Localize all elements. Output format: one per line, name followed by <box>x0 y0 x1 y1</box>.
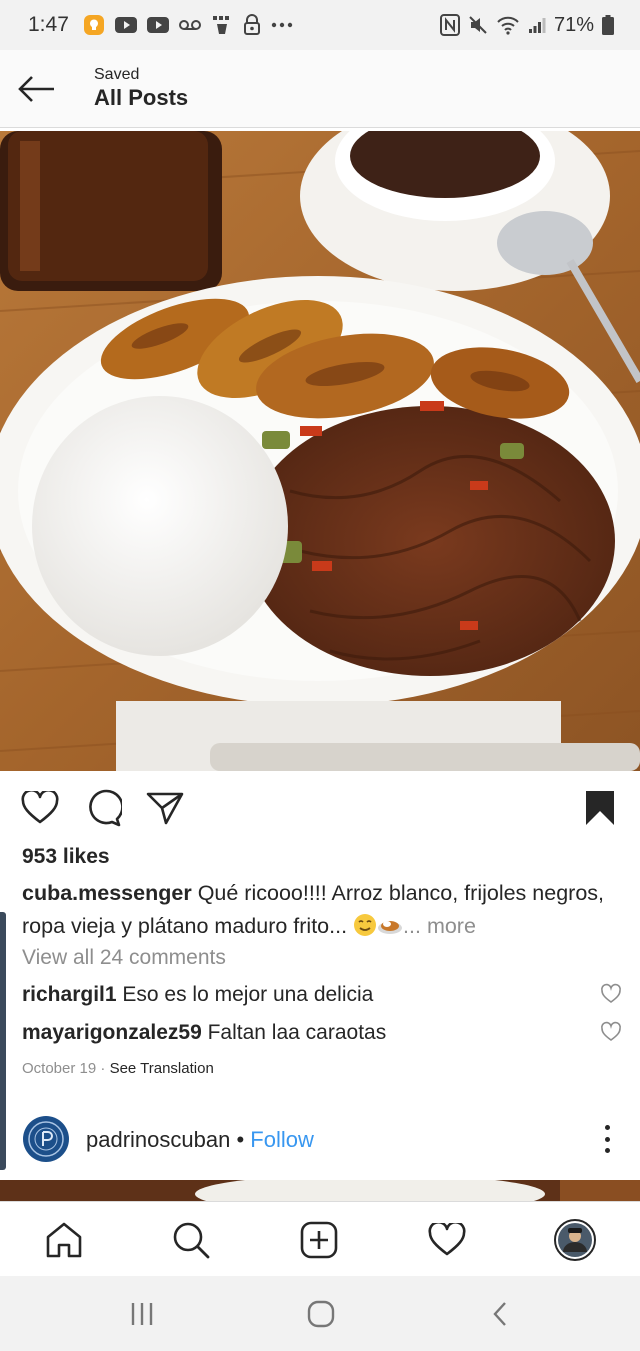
next-post-username[interactable]: padrinoscuban <box>86 1127 230 1152</box>
recent-apps-icon <box>131 1303 153 1325</box>
see-translation-link[interactable]: See Translation <box>110 1060 214 1077</box>
heart-icon <box>21 791 59 824</box>
comment-like-heart-icon[interactable] <box>600 1021 622 1043</box>
next-post-header: padrinoscuban • Follow <box>0 1108 640 1180</box>
back-button[interactable] <box>14 67 60 111</box>
nav-home[interactable] <box>42 1218 86 1262</box>
header-subtitle: Saved <box>94 66 140 83</box>
post-date: October 19 <box>22 1060 97 1077</box>
system-back-button[interactable] <box>480 1298 520 1330</box>
likes-count[interactable]: 953 likes <box>22 845 110 869</box>
comment-row: richargil1 Eso es lo mejor una delicia <box>22 983 632 1007</box>
youtube-icon <box>114 17 137 33</box>
lock-icon <box>243 14 261 36</box>
nav-search[interactable] <box>169 1218 213 1262</box>
header-titles: Saved All Posts <box>94 65 188 112</box>
youtube-icon-2 <box>146 17 169 33</box>
more-notifications-icon <box>271 22 293 28</box>
voicemail-icon <box>178 19 201 31</box>
bottom-nav <box>0 1201 640 1276</box>
bookmark-filled-icon <box>586 791 614 825</box>
food-plate-emoji-icon <box>377 913 403 947</box>
follow-separator: • <box>230 1127 251 1152</box>
home-system-button[interactable] <box>301 1298 341 1330</box>
nfc-icon <box>439 14 460 36</box>
search-icon <box>173 1222 210 1259</box>
post-action-row <box>0 771 640 843</box>
direct-send-icon <box>146 792 184 825</box>
caption-username[interactable]: cuba.messenger <box>22 881 192 905</box>
relieved-face-emoji-icon <box>353 913 377 947</box>
app-notification-icon <box>211 14 233 36</box>
comment-like-heart-icon[interactable] <box>600 983 622 1005</box>
notification-bulb-icon <box>83 14 105 36</box>
follow-button[interactable]: Follow <box>250 1127 314 1152</box>
caption-more-link[interactable]: ... more <box>403 914 476 938</box>
food-photo-illustration <box>0 131 640 771</box>
status-time: 1:47 <box>28 13 69 36</box>
app-header: Saved All Posts <box>0 50 640 128</box>
next-post-image-peek[interactable] <box>0 1180 640 1201</box>
comment-username[interactable]: richargil1 <box>22 983 117 1006</box>
back-arrow-icon <box>18 76 54 102</box>
chevron-left-icon <box>493 1302 506 1326</box>
nav-new-post[interactable] <box>297 1218 341 1262</box>
status-bar: 1:47 71% <box>0 0 640 50</box>
post-meta: October 19 · See Translation <box>22 1060 214 1077</box>
share-button[interactable] <box>145 788 185 828</box>
new-post-icon <box>300 1221 338 1259</box>
view-all-comments-link[interactable]: View all 24 comments <box>22 946 226 970</box>
activity-heart-icon <box>428 1223 466 1256</box>
comment-button[interactable] <box>83 788 123 828</box>
header-title: All Posts <box>94 85 189 110</box>
recent-apps-button[interactable] <box>122 1298 162 1330</box>
comment-text: Eso es lo mejor una delicia <box>122 983 374 1006</box>
home-circle-icon <box>307 1300 335 1328</box>
comment-username[interactable]: mayarigonzalez59 <box>22 1021 202 1044</box>
next-post-user-line: padrinoscuban • Follow <box>86 1127 314 1153</box>
mute-icon <box>468 15 488 35</box>
post-photo[interactable] <box>0 131 640 771</box>
meta-separator: · <box>96 1060 110 1077</box>
more-options-button[interactable] <box>602 1125 612 1153</box>
comment-row: mayarigonzalez59 Faltan laa caraotas <box>22 1021 632 1045</box>
profile-avatar <box>554 1219 596 1261</box>
system-nav-bar <box>0 1276 640 1351</box>
like-button[interactable] <box>20 788 60 828</box>
saved-bookmark-button[interactable] <box>580 788 620 828</box>
nav-activity[interactable] <box>425 1218 469 1262</box>
signal-icon <box>528 16 546 34</box>
wifi-icon <box>496 15 520 35</box>
home-icon <box>46 1222 82 1258</box>
comment-bubble-icon <box>89 789 122 827</box>
comment-text: Faltan laa caraotas <box>207 1021 387 1044</box>
battery-icon <box>602 15 614 35</box>
nav-profile[interactable] <box>553 1218 597 1262</box>
battery-percent: 71% <box>553 13 594 36</box>
post-caption: cuba.messenger Qué ricooo!!!! Arroz blan… <box>22 877 622 947</box>
avatar[interactable] <box>22 1115 70 1163</box>
